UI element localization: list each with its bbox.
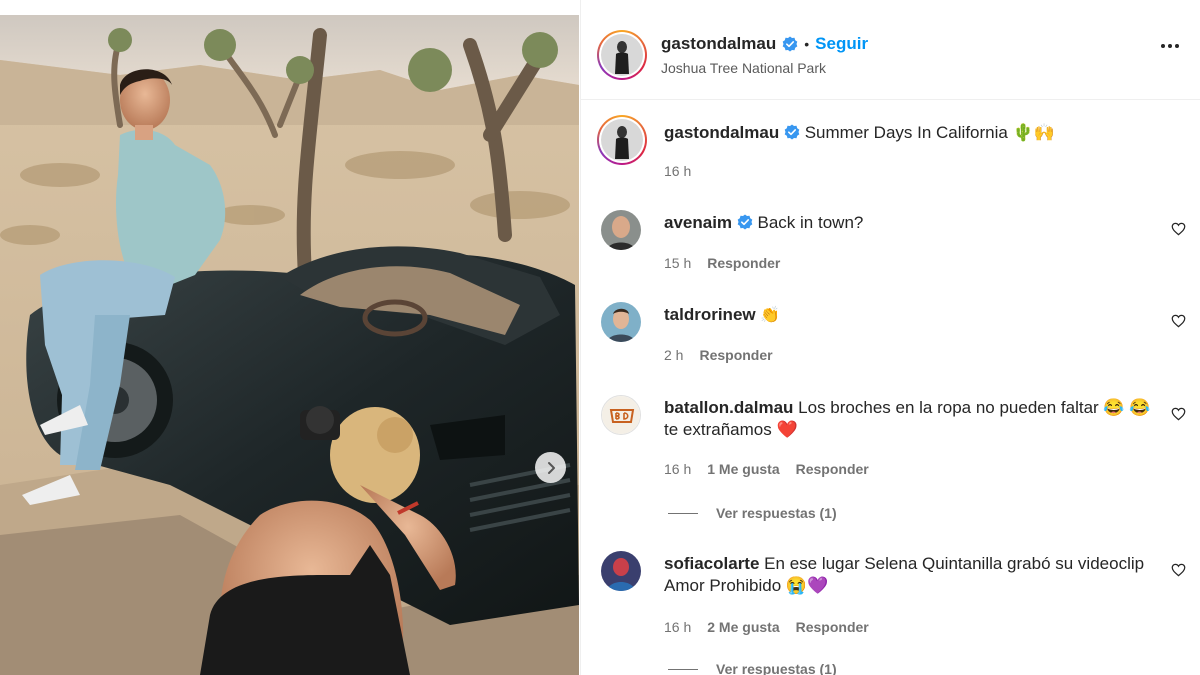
author-username[interactable]: gastondalmau [661,34,776,54]
comment-username[interactable]: batallon.dalmau [664,398,793,417]
author-avatar[interactable] [597,30,647,80]
comment-avatar[interactable] [601,551,641,591]
replies-divider [668,512,698,514]
comment-avatar[interactable] [601,395,641,435]
comment-body: batallon.dalmau Los broches en la ropa n… [664,397,1154,441]
comment-meta: 16 h 2 Me gusta Responder [664,619,869,635]
follow-button[interactable]: Seguir [815,34,868,54]
verified-badge-icon [737,214,753,230]
heart-outline-icon[interactable] [1171,563,1186,577]
comment-text: 👏 [760,305,781,324]
comment-time[interactable]: 16 h [664,619,691,635]
more-options-icon[interactable] [1161,44,1179,48]
avatar-image [601,210,641,250]
reply-button[interactable]: Responder [699,347,772,363]
comment-username[interactable]: taldrorinew [664,305,756,324]
verified-badge-icon [784,124,800,140]
reply-button[interactable]: Responder [796,461,869,477]
avatar-image [601,34,643,76]
post-caption: gastondalmau Summer Days In California 🌵… [664,122,1164,144]
view-replies-label: Ver respuestas (1) [716,661,837,675]
comment-username[interactable]: avenaim [664,213,732,232]
caption-text: Summer Days In California 🌵🙌 [804,123,1055,142]
avatar-image [602,396,640,434]
reply-button[interactable]: Responder [707,255,780,271]
caption-timestamp[interactable]: 16 h [664,163,691,179]
caption-username[interactable]: gastondalmau [664,123,779,142]
comment-text: Back in town? [757,213,864,232]
comment-likes[interactable]: 1 Me gusta [707,461,779,477]
post-side-panel: gastondalmau • Seguir Joshua Tree Nation… [580,0,1200,675]
reply-button[interactable]: Responder [796,619,869,635]
heart-outline-icon[interactable] [1171,222,1186,236]
post-location[interactable]: Joshua Tree National Park [661,60,826,76]
chevron-right-icon [547,461,555,474]
view-replies-label: Ver respuestas (1) [716,505,837,521]
header-user-row: gastondalmau • Seguir [661,34,868,54]
view-replies-button[interactable]: Ver respuestas (1) [668,661,837,675]
avatar-image [601,302,641,342]
comment-body: sofiacolarte En ese lugar Selena Quintan… [664,553,1154,597]
comment-body: avenaim Back in town? [664,212,1144,234]
comment-meta: 15 h Responder [664,255,780,271]
comment-avatar[interactable] [601,302,641,342]
post-header: gastondalmau • Seguir Joshua Tree Nation… [581,0,1200,100]
verified-badge-icon [782,36,798,52]
heart-outline-icon[interactable] [1171,314,1186,328]
comment-likes[interactable]: 2 Me gusta [707,619,779,635]
post-image [0,15,579,675]
comment-username[interactable]: sofiacolarte [664,554,759,573]
heart-outline-icon[interactable] [1171,407,1186,421]
comment-avatar[interactable] [601,210,641,250]
comment-meta: 16 h 1 Me gusta Responder [664,461,869,477]
view-replies-button[interactable]: Ver respuestas (1) [668,505,837,521]
next-photo-button[interactable] [535,452,566,483]
comment-time[interactable]: 16 h [664,461,691,477]
separator-dot: • [804,36,810,52]
comment-body: taldrorinew 👏 [664,304,1144,326]
avatar-image [601,119,643,161]
comment-time[interactable]: 15 h [664,255,691,271]
caption-author-avatar[interactable] [597,115,647,165]
comment-time[interactable]: 2 h [664,347,683,363]
replies-divider [668,668,698,670]
comment-meta: 2 h Responder [664,347,773,363]
avatar-image [601,551,641,591]
post-photo[interactable] [0,15,579,675]
